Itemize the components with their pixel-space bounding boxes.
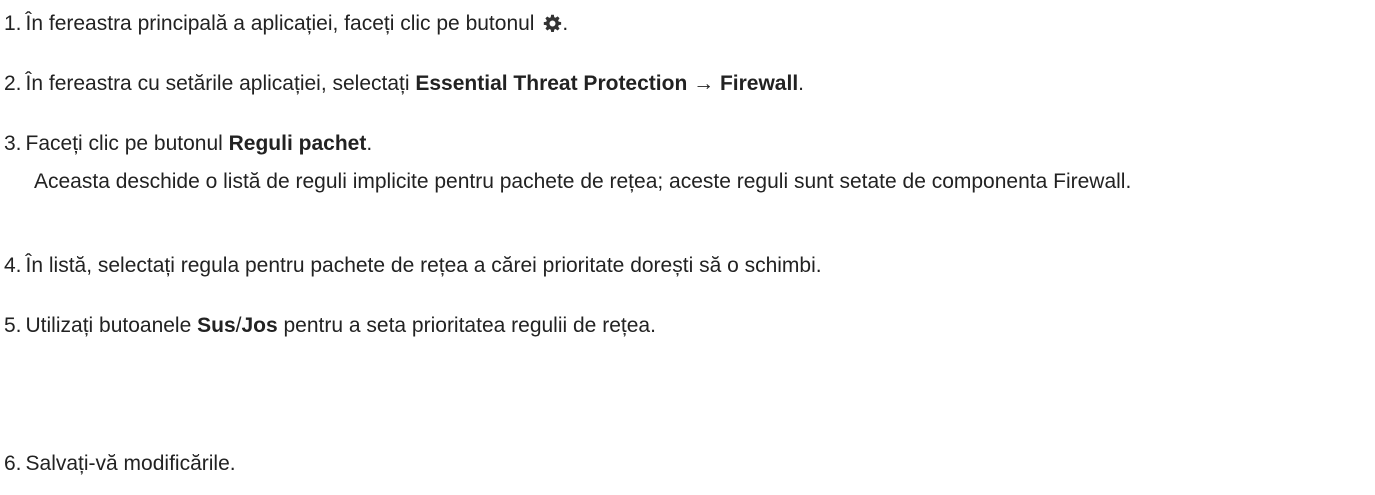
step-4: 4. În listă, selectați regula pentru pach… xyxy=(4,251,822,281)
step-number: 1. xyxy=(4,12,22,35)
step-text: În fereastra principală a aplicației, fa… xyxy=(25,12,541,35)
step-5: 5. Utilizați butoanele Sus/Jos pentru a s… xyxy=(4,311,656,341)
step-number: 6. xyxy=(4,452,22,475)
bold-sus: Sus xyxy=(197,314,236,337)
step-text: Faceți clic pe butonul xyxy=(25,132,229,155)
bold-jos: Jos xyxy=(241,314,278,337)
step-text: În fereastra cu setările aplicației, sel… xyxy=(25,72,416,95)
step-number: 3. xyxy=(4,132,22,155)
step-text: Salvați-vă modificările. xyxy=(25,452,236,475)
step-text-end: . xyxy=(562,12,569,35)
step-3: 3. Faceți clic pe butonul Reguli pachet. xyxy=(4,129,372,159)
step-text: Utilizați butoanele xyxy=(25,314,198,337)
arrow: → xyxy=(687,72,720,95)
step-text-end: pentru a seta prioritatea regulii de reț… xyxy=(277,314,656,337)
bold-reguli-pachet: Reguli pachet xyxy=(228,132,367,155)
step-3-note: Aceasta deschide o listă de reguli impli… xyxy=(34,170,1132,193)
step-number: 2. xyxy=(4,72,22,95)
step-number: 4. xyxy=(4,254,22,277)
step-text-end: . xyxy=(798,72,804,95)
step-text: În listă, selectați regula pentru pachet… xyxy=(25,254,822,277)
gear-icon xyxy=(544,14,562,33)
step-6: 6. Salvați-vă modificările. xyxy=(4,449,236,479)
step-1: 1. În fereastra principală a aplicației, … xyxy=(4,9,568,39)
bold-firewall: Firewall xyxy=(719,72,799,95)
step-2: 2. În fereastra cu setările aplicației, s… xyxy=(4,69,804,99)
step-text-end: . xyxy=(366,132,373,155)
instruction-steps: 1. În fereastra principală a aplicației, … xyxy=(0,0,1375,495)
bold-essential-threat-protection: Essential Threat Protection xyxy=(415,72,688,95)
step-number: 5. xyxy=(4,314,22,337)
